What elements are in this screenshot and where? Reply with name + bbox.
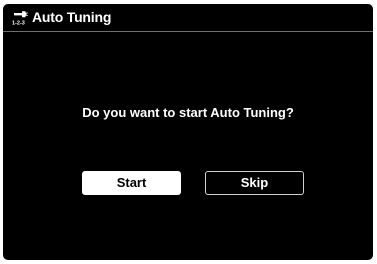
skip-button[interactable]: Skip <box>205 171 304 195</box>
auto-tuning-wrench-icon: 1-2-3 <box>11 7 33 27</box>
start-button[interactable]: Start <box>82 171 181 195</box>
title-bar: 1-2-3 Auto Tuning <box>3 4 373 30</box>
icon-sublabel: 1-2-3 <box>12 21 25 27</box>
tv-screen: 1-2-3 Auto Tuning Do you want to start A… <box>3 4 373 260</box>
confirmation-prompt: Do you want to start Auto Tuning? <box>82 105 294 120</box>
page-title: Auto Tuning <box>32 9 112 25</box>
title-divider <box>3 31 373 32</box>
